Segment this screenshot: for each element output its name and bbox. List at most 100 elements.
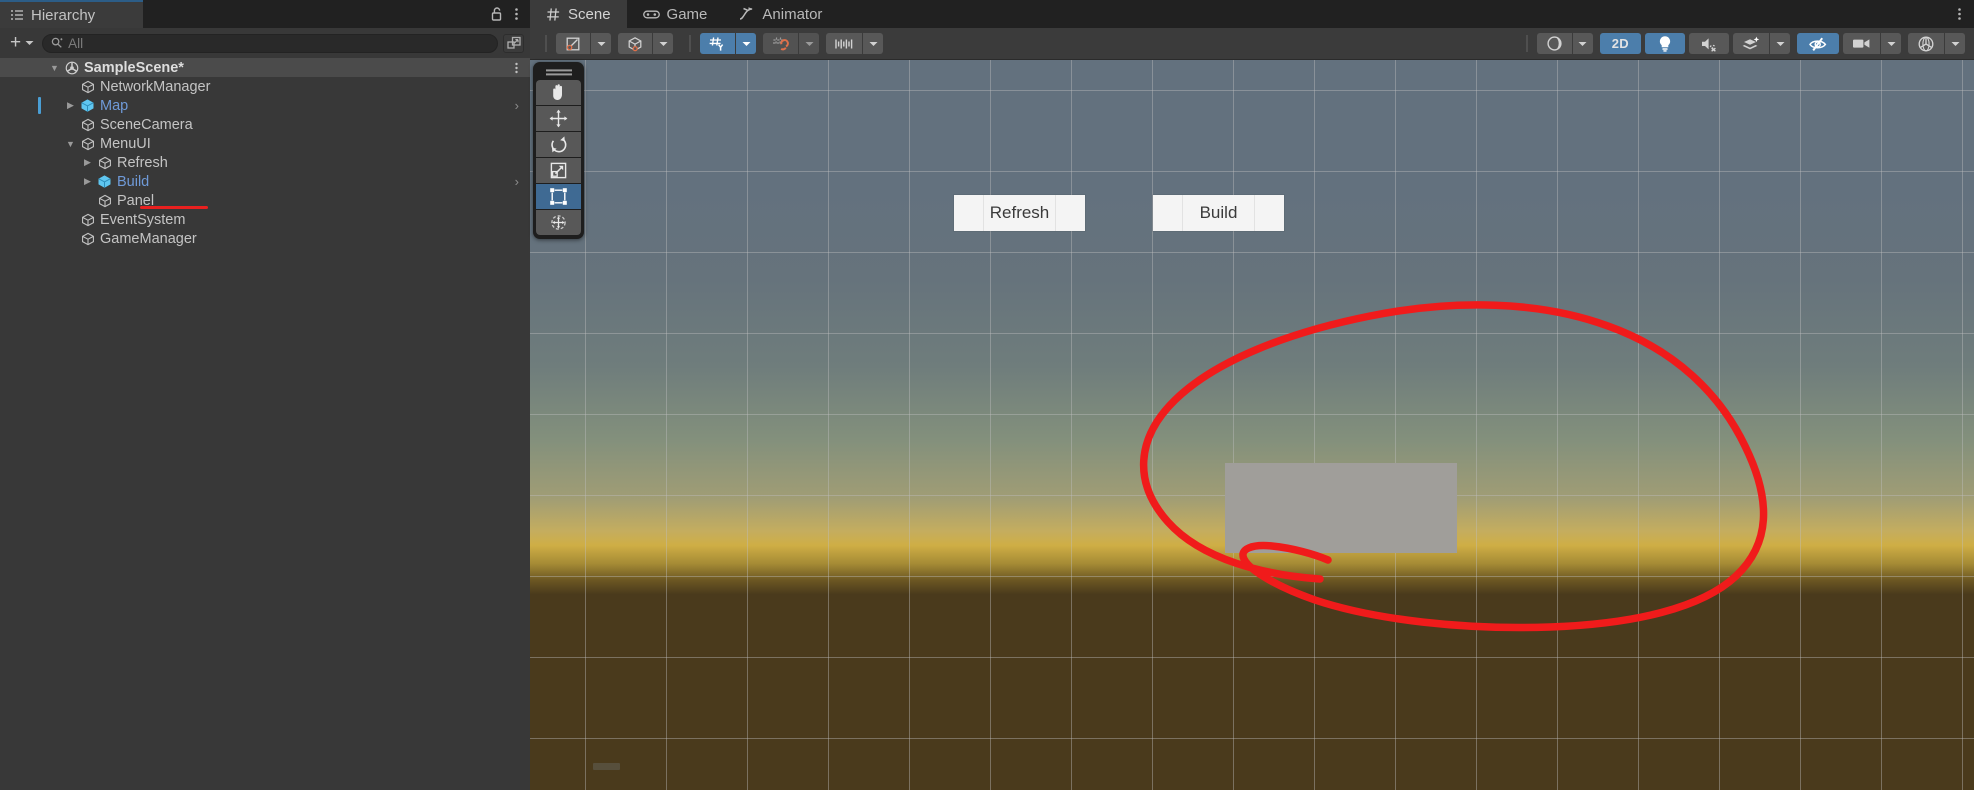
hierarchy-row-label: MenuUI [100, 135, 151, 152]
scene-toolbar: 2D [530, 28, 1974, 60]
kebab-menu-icon[interactable] [514, 6, 519, 22]
hierarchy-search-field[interactable]: All [42, 33, 498, 53]
camera-icon [1852, 37, 1871, 50]
eye-hidden-icon [1808, 36, 1828, 52]
camera-settings-dropdown-button[interactable] [1881, 33, 1901, 54]
pivot-dropdown-button[interactable] [591, 33, 611, 54]
hierarchy-row-label: SampleScene* [84, 59, 184, 76]
scene-tabbar: Scene Game Animator [530, 0, 1974, 28]
twisty-right-icon[interactable]: ▶ [80, 157, 95, 168]
scene-fx-toggle[interactable] [1733, 33, 1769, 54]
tab-hierarchy[interactable]: Hierarchy [0, 0, 143, 28]
lightbulb-icon [1658, 35, 1672, 52]
2d-view-toggle[interactable]: 2D [1599, 33, 1641, 54]
move-tool-button[interactable] [536, 106, 581, 131]
shading-mode-button[interactable] [1536, 33, 1572, 54]
pivot-center-toggle[interactable] [556, 33, 590, 54]
chevron-down-icon [1578, 41, 1587, 47]
gameobject-icon [78, 80, 97, 94]
shading-mode-dropdown-button[interactable] [1572, 33, 1593, 54]
tab-scene-label: Scene [568, 5, 611, 23]
hierarchy-search-input[interactable]: All [68, 36, 83, 51]
toolbar-separator [689, 35, 691, 52]
hand-icon [549, 83, 568, 102]
2d-view-label: 2D [1611, 36, 1629, 51]
open-in-new-icon [506, 36, 521, 50]
hierarchy-row-eventsystem[interactable]: EventSystem [0, 210, 530, 229]
scene-visibility-toggle[interactable] [1797, 33, 1839, 54]
gameobject-icon [78, 213, 97, 227]
camera-settings-button[interactable] [1843, 33, 1880, 54]
tab-animator[interactable]: Animator [723, 0, 838, 28]
tab-game[interactable]: Game [627, 0, 724, 28]
hierarchy-row-label: EventSystem [100, 211, 186, 228]
transform-tool-button[interactable] [536, 210, 581, 235]
prefab-icon [78, 98, 97, 113]
hierarchy-tree: ▼ SampleScene* NetworkManager ▶ Map › Sc… [0, 58, 530, 248]
hierarchy-toolbar: + All [0, 28, 530, 58]
hand-tool-button[interactable] [536, 80, 581, 105]
rect-tool-button[interactable] [536, 184, 581, 209]
gizmos-toggle[interactable] [1908, 33, 1944, 54]
chevron-down-icon [1776, 41, 1785, 47]
twisty-right-icon[interactable]: ▶ [63, 100, 78, 111]
tool-palette-grip[interactable] [545, 66, 572, 79]
prefab-open-chevron-icon[interactable]: › [515, 174, 519, 189]
speaker-muted-icon [1700, 36, 1718, 52]
scene-audio-toggle[interactable] [1689, 33, 1729, 54]
chevron-down-icon [1951, 41, 1960, 47]
grid-size-toggle[interactable] [826, 33, 862, 54]
tab-hierarchy-label: Hierarchy [31, 6, 96, 24]
handle-space-toggle[interactable] [618, 33, 652, 54]
prefab-open-chevron-icon[interactable]: › [515, 98, 519, 113]
unity-editor-window: Hierarchy + All ▼ SampleScene* NetworkMa… [0, 0, 1974, 790]
hierarchy-row-label: Build [117, 173, 150, 190]
gizmos-dropdown-button[interactable] [1945, 33, 1965, 54]
grid-axis-toggle[interactable] [700, 33, 735, 54]
hierarchy-row-samplescene[interactable]: ▼ SampleScene* [0, 58, 530, 77]
scene-tool-palette [533, 62, 584, 239]
hierarchy-row-build[interactable]: ▶ Build › [0, 172, 530, 191]
gameobject-icon [78, 118, 97, 132]
rotate-tool-button[interactable] [536, 132, 581, 157]
scene-viewport[interactable]: Refresh Build [530, 60, 1974, 790]
grid-size-dropdown-button[interactable] [863, 33, 883, 54]
hierarchy-row-panel[interactable]: Panel [0, 191, 530, 210]
hierarchy-row-map[interactable]: ▶ Map › [0, 96, 530, 115]
rect-transform-icon [549, 187, 568, 206]
hierarchy-row-refresh[interactable]: ▶ Refresh [0, 153, 530, 172]
chevron-down-icon [659, 41, 668, 47]
add-gameobject-button[interactable]: + [7, 33, 37, 52]
lock-open-icon[interactable] [489, 6, 504, 22]
grid-snapping-toggle[interactable] [763, 33, 798, 54]
hierarchy-row-label: Map [100, 97, 129, 114]
scene-panel-menu-button[interactable] [1957, 0, 1974, 28]
hierarchy-panel: Hierarchy + All ▼ SampleScene* NetworkMa… [0, 0, 530, 790]
scene-refresh-button[interactable]: Refresh [954, 195, 1085, 231]
scene-tabbar-spacer [838, 0, 1957, 28]
twisty-down-icon[interactable]: ▼ [63, 139, 78, 149]
hierarchy-row-gamemanager[interactable]: GameManager [0, 229, 530, 248]
grid-axis-dropdown-button[interactable] [736, 33, 756, 54]
hierarchy-row-networkmanager[interactable]: NetworkManager [0, 77, 530, 96]
scene-fx-dropdown-button[interactable] [1770, 33, 1790, 54]
scale-tool-button[interactable] [536, 158, 581, 183]
rotate-icon [549, 135, 568, 154]
hierarchy-row-label: NetworkManager [100, 78, 211, 95]
scene-lighting-toggle[interactable] [1645, 33, 1685, 54]
twisty-down-icon[interactable]: ▼ [47, 63, 62, 73]
grid-snapping-dropdown-button[interactable] [799, 33, 819, 54]
animator-arrow-icon [739, 7, 755, 21]
scene-build-button[interactable]: Build [1153, 195, 1284, 231]
twisty-right-icon[interactable]: ▶ [80, 176, 95, 187]
expand-panel-button[interactable] [503, 33, 524, 53]
layers-sparkle-icon [1742, 36, 1760, 52]
hierarchy-row-menuui[interactable]: ▼ MenuUI [0, 134, 530, 153]
scene-panel-object[interactable] [1225, 463, 1457, 553]
hierarchy-row-scenecamera[interactable]: SceneCamera [0, 115, 530, 134]
pivot-center-icon [565, 36, 581, 52]
tab-scene[interactable]: Scene [530, 0, 627, 28]
scene-kebab-menu-icon[interactable] [514, 61, 519, 75]
handle-space-dropdown-button[interactable] [653, 33, 673, 54]
gameobject-icon [95, 156, 114, 170]
